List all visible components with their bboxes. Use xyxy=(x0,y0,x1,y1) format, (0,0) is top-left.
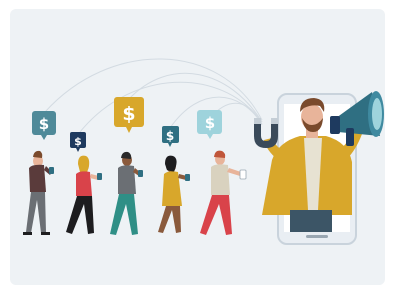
dollar-bubble-2: $ xyxy=(70,132,86,152)
arc-1 xyxy=(44,58,263,121)
arc-3 xyxy=(127,72,263,123)
dollar-bubble-1: $ xyxy=(32,111,56,140)
dollar-sign: $ xyxy=(74,135,82,148)
dollar-sign: $ xyxy=(39,115,49,133)
illustration-canvas: $ $ $ $ $ xyxy=(0,0,393,293)
walking-person-3 xyxy=(110,151,143,235)
attraction-lines xyxy=(44,58,263,133)
walking-person-1 xyxy=(23,150,54,235)
walking-person-2 xyxy=(66,155,102,234)
magnet-icon xyxy=(254,118,278,148)
dollar-bubble-3: $ xyxy=(114,97,144,133)
dollar-sign: $ xyxy=(205,114,215,132)
walking-person-5 xyxy=(200,150,247,235)
arc-2 xyxy=(79,81,263,133)
walking-person-4 xyxy=(158,155,190,233)
phone-home-bar xyxy=(306,235,328,238)
dollar-bubble-4: $ xyxy=(162,126,179,147)
dollar-bubble-5: $ xyxy=(197,110,222,139)
dollar-sign: $ xyxy=(122,103,135,125)
dollar-sign: $ xyxy=(166,129,174,143)
marketing-illustration: $ $ $ $ $ xyxy=(23,58,384,245)
